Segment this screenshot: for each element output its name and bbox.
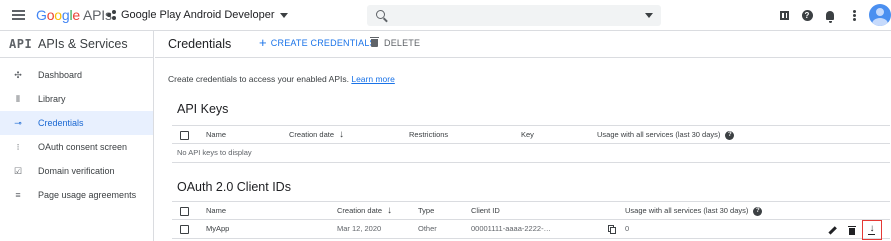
project-name: Google Play Android Developer [121, 9, 275, 21]
search-icon [376, 10, 385, 19]
search-bar[interactable] [367, 5, 661, 26]
oauth-client-ids-table: Name Creation date ↓ Type Client ID Usage… [172, 201, 890, 240]
sidebar: API APIs & Services ✣ Dashboard ⦀ Librar… [0, 31, 154, 241]
search-input[interactable] [391, 8, 631, 23]
consent-icon: ⁝ [16, 142, 20, 152]
delete-icon [370, 37, 379, 47]
column-header-usage[interactable]: Usage with all services (last 30 days)? [597, 126, 735, 145]
client-id: 00001111-aaaa-2222-… [471, 224, 552, 233]
usage-count: 0 [625, 224, 630, 233]
sidebar-item-label: Library [38, 94, 66, 104]
help-icon[interactable]: ? [725, 130, 735, 140]
menu-icon[interactable] [12, 10, 25, 20]
sidebar-item-domain-verification[interactable]: ☑ Domain verification [0, 159, 153, 183]
column-header-name[interactable]: Name [206, 126, 226, 145]
plus-icon: + [259, 35, 267, 50]
sidebar-item-credentials[interactable]: ⊸ Credentials [0, 111, 153, 135]
more-vert-icon[interactable] [847, 8, 861, 22]
project-icon [107, 10, 117, 20]
account-avatar[interactable] [869, 4, 891, 26]
arrow-down-icon: ↓ [387, 205, 393, 216]
help-icon[interactable]: ? [800, 8, 814, 22]
page-title: Credentials [168, 37, 232, 51]
key-icon: ⊸ [14, 118, 22, 128]
sidebar-item-label: Page usage agreements [38, 190, 137, 200]
row-checkbox[interactable] [180, 225, 189, 234]
column-header-name[interactable]: Name [206, 202, 226, 221]
sidebar-item-dashboard[interactable]: ✣ Dashboard [0, 63, 153, 87]
google-apis-logo[interactable]: Google APIs [36, 7, 112, 23]
create-credentials-label: CREATE CREDENTIALS [270, 38, 376, 48]
sidebar-header: API APIs & Services [0, 31, 154, 58]
library-icon: ⦀ [16, 94, 20, 104]
column-header-usage[interactable]: Usage with all services (last 30 days)? [625, 202, 763, 221]
notifications-icon[interactable] [823, 8, 837, 23]
help-icon[interactable]: ? [753, 206, 763, 216]
sidebar-title: APIs & Services [38, 37, 128, 51]
intro-text: Create credentials to access your enable… [168, 74, 395, 84]
table-header: Name Creation date ↓ Type Client ID Usage… [172, 201, 890, 220]
table-header: Name Creation date ↓ Restrictions Key Usa… [172, 125, 890, 144]
sidebar-item-oauth-consent[interactable]: ⁝ OAuth consent screen [0, 135, 153, 159]
main-content: Credentials + CREATE CREDENTIALS DELETE … [155, 31, 891, 241]
oauth-client-ids-title: OAuth 2.0 Client IDs [177, 180, 291, 194]
select-all-checkbox[interactable] [180, 131, 189, 140]
delete-label: DELETE [384, 38, 421, 48]
sidebar-item-library[interactable]: ⦀ Library [0, 87, 153, 111]
api-keys-title: API Keys [177, 102, 229, 116]
domain-check-icon: ☑ [13, 166, 23, 176]
copy-icon[interactable] [608, 225, 616, 234]
dashboard-icon: ✣ [14, 70, 22, 80]
sidebar-item-label: Dashboard [38, 70, 83, 80]
client-type: Other [418, 224, 437, 233]
api-keys-table: Name Creation date ↓ Restrictions Key Usa… [172, 125, 890, 163]
edit-icon[interactable] [826, 224, 838, 236]
download-icon: ↓ [869, 223, 875, 234]
creation-date: Mar 12, 2020 [337, 224, 382, 233]
sidebar-nav: ✣ Dashboard ⦀ Library ⊸ Credentials ⁝ OA… [0, 63, 153, 207]
arrow-down-icon: ↓ [339, 129, 345, 140]
gift-icon[interactable] [777, 8, 791, 22]
column-header-client-id[interactable]: Client ID [471, 202, 500, 221]
chevron-down-icon[interactable] [645, 13, 653, 18]
sidebar-item-label: Credentials [38, 118, 84, 128]
column-header-key[interactable]: Key [521, 126, 534, 145]
table-row[interactable]: MyApp Mar 12, 2020 Other 00001111-aaaa-2… [172, 220, 890, 240]
select-all-checkbox[interactable] [180, 207, 189, 216]
sidebar-item-page-usage-agreements[interactable]: ≡ Page usage agreements [0, 183, 153, 207]
column-header-restrictions[interactable]: Restrictions [409, 126, 448, 145]
empty-message: No API keys to display [177, 148, 252, 157]
delete-icon[interactable] [846, 224, 858, 236]
page-header: Credentials + CREATE CREDENTIALS DELETE [155, 31, 891, 58]
client-name[interactable]: MyApp [206, 220, 229, 239]
download-json-button[interactable]: ↓ [862, 220, 882, 240]
learn-more-link[interactable]: Learn more [351, 74, 394, 84]
empty-row: No API keys to display [172, 144, 890, 163]
settings-list-icon: ≡ [15, 190, 21, 200]
top-app-bar: Google APIs Google Play Android Developer… [0, 0, 891, 31]
delete-button[interactable]: DELETE [370, 37, 421, 48]
api-badge-icon: API [9, 37, 33, 51]
column-header-creation-date[interactable]: Creation date ↓ [289, 126, 344, 145]
project-selector[interactable]: Google Play Android Developer [107, 5, 289, 25]
chevron-down-icon [280, 12, 289, 18]
create-credentials-button[interactable]: + CREATE CREDENTIALS [259, 35, 376, 50]
sidebar-item-label: Domain verification [38, 166, 115, 176]
column-header-creation-date[interactable]: Creation date ↓ [337, 202, 392, 221]
sidebar-item-label: OAuth consent screen [38, 142, 128, 152]
column-header-type[interactable]: Type [418, 202, 434, 221]
